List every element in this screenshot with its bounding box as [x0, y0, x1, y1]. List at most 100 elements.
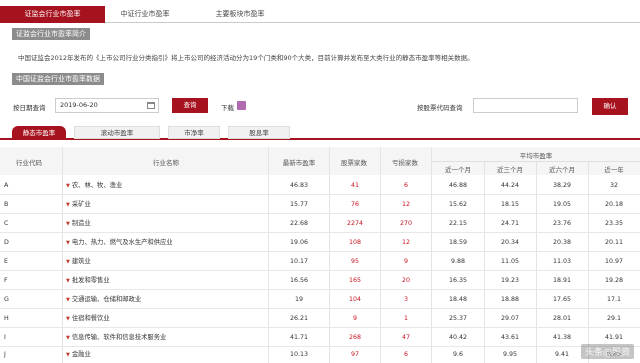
tab-pb[interactable]: 市净率: [168, 126, 220, 139]
industry-name: 信息传输、软件和信息技术服务业: [71, 334, 167, 341]
stock-count-link[interactable]: 165: [330, 271, 380, 290]
expand-arrow-icon[interactable]: ▼: [66, 202, 70, 208]
industry-name: 金融业: [71, 351, 91, 358]
avg-pe-3m: 19.23: [500, 277, 520, 284]
intro-title-button[interactable]: 证监会行业市盈率简介: [12, 28, 90, 40]
stock-count-link[interactable]: 104: [330, 290, 380, 309]
industry-name-link[interactable]: ▼ 农、林、牧、渔业: [66, 176, 122, 195]
latest-pe: 19.06: [289, 239, 309, 246]
industry-name-link[interactable]: ▼ 批发和零售业: [66, 271, 110, 290]
expand-arrow-icon[interactable]: ▼: [66, 316, 70, 322]
expand-arrow-icon[interactable]: ▼: [66, 278, 70, 284]
expand-arrow-icon[interactable]: ▼: [66, 183, 70, 189]
download-label[interactable]: 下载: [221, 102, 234, 112]
avg-pe-3m: 9.95: [502, 351, 518, 358]
industry-name: 采矿业: [71, 201, 91, 208]
avg-pe-6m: 17.65: [552, 296, 572, 303]
industry-name-link[interactable]: ▼ 制造业: [66, 214, 91, 233]
latest-pe: 16.56: [289, 277, 309, 284]
avg-pe-1m: 16.35: [448, 277, 468, 284]
loss-count-link[interactable]: 20: [381, 271, 431, 290]
table-row: F ▼ 批发和零售业 16.56 165 20 16.35 19.23 18.91 19.28: [0, 271, 640, 290]
stock-count-link[interactable]: 76: [330, 195, 380, 214]
header-latest-pe: 最新市盈率: [282, 159, 316, 167]
avg-pe-3m: 24.71: [500, 220, 520, 227]
stock-count-link[interactable]: 95: [330, 252, 380, 271]
stock-count-link[interactable]: 41: [330, 176, 380, 195]
industry-name-link[interactable]: ▼ 电力、热力、燃气及水生产和供应业: [66, 233, 173, 252]
tab-rolling-pe[interactable]: 滚动市盈率: [74, 126, 160, 139]
loss-count-link[interactable]: 9: [381, 252, 431, 271]
code-query-label: 按股票代码查询: [417, 104, 463, 112]
loss-count-link[interactable]: 6: [381, 345, 431, 363]
industry-code: B: [4, 201, 9, 208]
data-title-button[interactable]: 中国证监会行业市盈率数据: [12, 73, 104, 85]
top-tab-bar: 证监会行业市盈率 中证行业市盈率 主要板块市盈率: [0, 6, 640, 23]
table-row: H ▼ 住宿和餐饮业 26.21 9 1 25.37 29.07 28.01 29.1: [0, 309, 640, 328]
header-name: 行业名称: [153, 159, 179, 167]
loss-count-link[interactable]: 6: [381, 176, 431, 195]
table-row: E ▼ 建筑业 10.17 95 9 9.88 11.05 11.03 10.97: [0, 252, 640, 271]
expand-arrow-icon[interactable]: ▼: [66, 297, 70, 303]
avg-pe-6m: 20.38: [552, 239, 572, 246]
loss-count-link[interactable]: 12: [381, 195, 431, 214]
expand-arrow-icon[interactable]: ▼: [66, 335, 70, 341]
tab-csi-pe[interactable]: 中证行业市盈率: [105, 6, 185, 23]
avg-pe-1y: 29.1: [606, 315, 622, 322]
avg-pe-1m: 25.37: [448, 315, 468, 322]
latest-pe: 19: [294, 296, 303, 303]
avg-pe-1m: 22.15: [448, 220, 468, 227]
tab-csrc-pe[interactable]: 证监会行业市盈率: [0, 6, 105, 23]
industry-name: 建筑业: [71, 258, 91, 265]
table-row: J ▼ 金融业 10.13 97 6 9.6 9.95 9.41 8.85: [0, 345, 640, 363]
avg-pe-1m: 18.48: [448, 296, 468, 303]
tab-dividend-yield[interactable]: 股息率: [228, 126, 290, 139]
avg-pe-1y: 17.1: [606, 296, 622, 303]
loss-count-link[interactable]: 12: [381, 233, 431, 252]
tab-static-pe[interactable]: 静态市盈率: [12, 126, 66, 139]
industry-code: J: [4, 351, 6, 358]
date-query-label: 按日期查询: [13, 104, 46, 112]
loss-count-link[interactable]: 270: [381, 214, 431, 233]
expand-arrow-icon[interactable]: ▼: [66, 221, 70, 227]
avg-pe-1y: 19.28: [604, 277, 624, 284]
tab-board-pe[interactable]: 主要板块市盈率: [195, 6, 285, 23]
stock-count-link[interactable]: 97: [330, 345, 380, 363]
avg-pe-3m: 18.88: [500, 296, 520, 303]
latest-pe: 22.68: [289, 220, 309, 227]
loss-count-link[interactable]: 1: [381, 309, 431, 328]
expand-arrow-icon[interactable]: ▼: [66, 259, 70, 265]
avg-pe-6m: 38.29: [552, 182, 572, 189]
industry-name: 批发和零售业: [71, 277, 110, 284]
download-icon[interactable]: [237, 101, 246, 110]
stock-count-link[interactable]: 9: [330, 309, 380, 328]
industry-name-link[interactable]: ▼ 采矿业: [66, 195, 91, 214]
table-row: B ▼ 采矿业 15.77 76 12 15.62 18.15 19.05 20.18: [0, 195, 640, 214]
industry-code: H: [4, 315, 9, 322]
stock-count-link[interactable]: 108: [330, 233, 380, 252]
industry-code: G: [4, 296, 9, 303]
expand-arrow-icon[interactable]: ▼: [66, 352, 70, 358]
industry-name-link[interactable]: ▼ 建筑业: [66, 252, 91, 271]
stock-count-link[interactable]: 2274: [330, 214, 380, 233]
avg-pe-6m: 11.03: [552, 258, 572, 265]
header-code: 行业代码: [16, 159, 42, 167]
calendar-icon[interactable]: [147, 102, 155, 109]
stock-code-input[interactable]: [473, 98, 578, 113]
table-row: C ▼ 制造业 22.68 2274 270 22.15 24.71 23.76 23.35: [0, 214, 640, 233]
loss-count-link[interactable]: 3: [381, 290, 431, 309]
date-value: 2019-06-20: [60, 101, 98, 109]
query-button[interactable]: 查询: [172, 98, 208, 113]
date-input[interactable]: 2019-06-20: [55, 98, 159, 113]
avg-pe-1m: 9.6: [452, 351, 463, 358]
header-1m: 近一个月: [445, 166, 471, 174]
industry-name-link[interactable]: ▼ 交通运输、仓储和邮政业: [66, 290, 141, 309]
header-stock-count: 股票家数: [341, 159, 367, 167]
confirm-button[interactable]: 确认: [592, 98, 628, 115]
avg-pe-1m: 15.62: [448, 201, 468, 208]
expand-arrow-icon[interactable]: ▼: [66, 240, 70, 246]
intro-text: 中国证监会2012年发布的《上市公司行业分类指引》将上市公司的经济活动分为19个…: [18, 54, 474, 62]
avg-pe-1y: 23.35: [604, 220, 624, 227]
industry-name-link[interactable]: ▼ 金融业: [66, 345, 91, 363]
industry-name-link[interactable]: ▼ 住宿和餐饮业: [66, 309, 110, 328]
